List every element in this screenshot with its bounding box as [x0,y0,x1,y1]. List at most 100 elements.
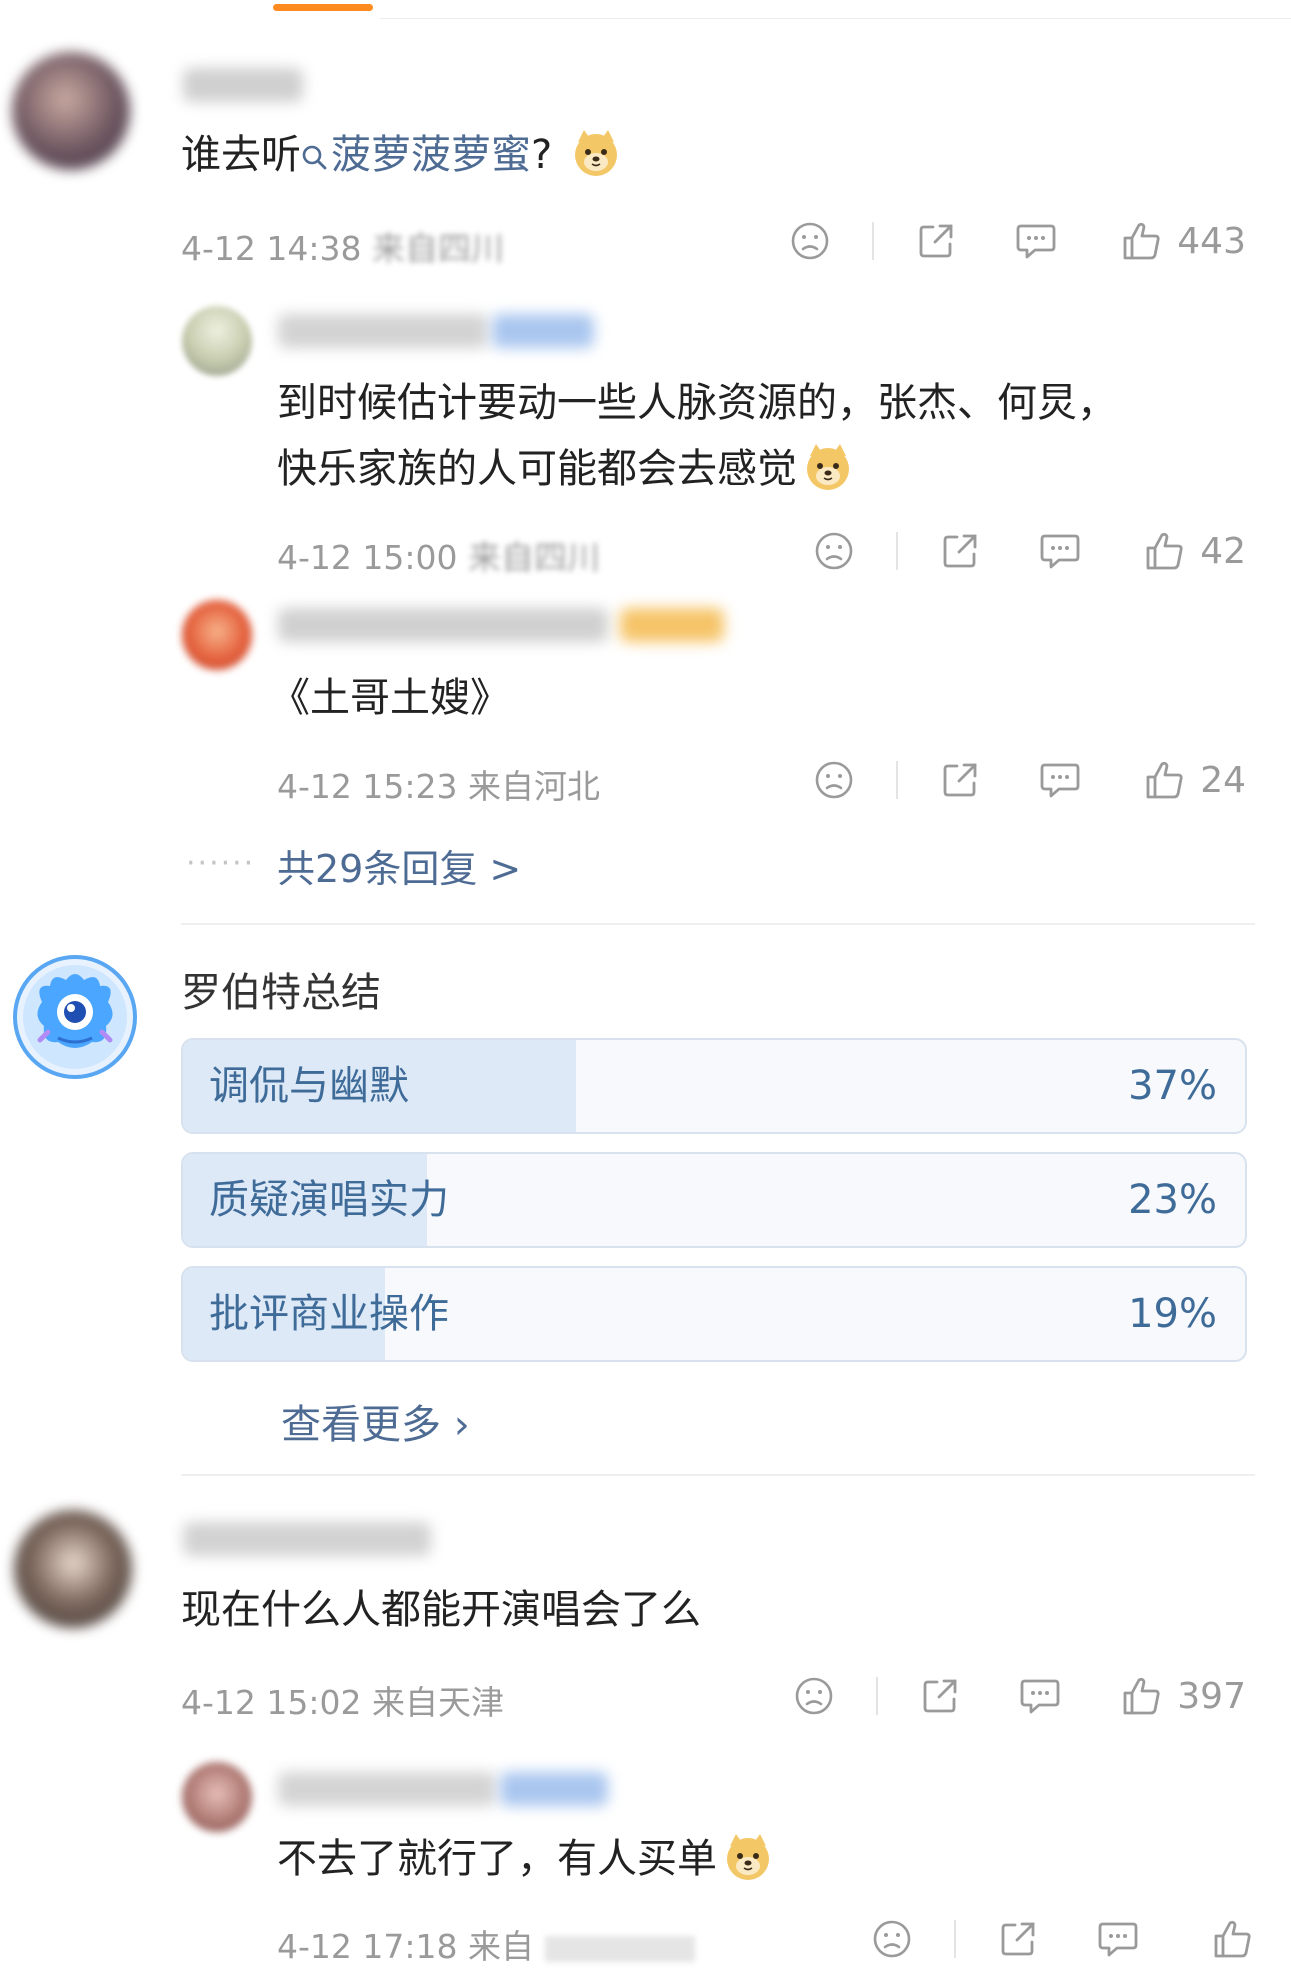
dislike-button[interactable] [770,221,850,261]
action-separator [896,532,898,570]
watermark-blurred [544,1935,695,1962]
section-divider [181,923,1255,925]
share-icon [923,1679,957,1713]
reply-actions: 24 [794,750,1250,810]
reply-text-line-2: 快乐家族的人可能都会去感觉 [277,436,1227,502]
location: 来自河北 [468,767,600,806]
sad-face-icon [791,222,829,260]
reply-button[interactable] [980,1676,1100,1716]
reply-text: 不去了就行了，有人买单 [277,1832,773,1885]
location: 来自 [468,1927,534,1966]
location: 来自天津 [372,1683,504,1722]
avatar[interactable] [14,1510,132,1628]
reply-button[interactable] [1000,531,1120,571]
location: 来自四川 [468,538,600,577]
see-more-link[interactable]: 查看更多 › [281,1392,470,1450]
poll-option[interactable]: 质疑演唱实力 23% [181,1152,1247,1248]
action-separator [872,222,874,260]
reply-text-content: 不去了就行了，有人买单 [277,1836,717,1882]
username-blurred[interactable] [183,1522,431,1556]
like-button[interactable] [1178,1918,1254,1960]
poll-option-label: 质疑演唱实力 [209,1177,449,1223]
poll-option-percent: 37% [1128,1063,1217,1109]
avatar[interactable] [182,306,252,376]
comment-meta: 4-12 15:02 来自天津 [181,1676,504,1724]
username-blurred[interactable] [183,68,303,102]
doge-emoji [574,130,617,176]
action-separator [896,761,898,799]
robot-mascot-icon [13,955,137,1079]
reply-meta: 4-12 17:18 来自 [277,1920,695,1968]
doge-emoji [727,1834,769,1880]
sad-face-icon [815,532,853,570]
dislike-button[interactable] [794,760,874,800]
more-replies-link[interactable]: 共29条回复 > [277,838,521,893]
robot-avatar[interactable] [12,954,138,1080]
share-icon [919,224,953,258]
username-blurred[interactable] [278,608,608,642]
share-icon [943,763,977,797]
comment-text: 谁去听 菠萝菠萝蜜? [181,128,621,181]
like-count: 42 [1200,530,1246,572]
dislike-button[interactable] [852,1919,932,1959]
comment-actions: 443 [770,211,1250,271]
poll-option-percent: 23% [1128,1177,1217,1223]
search-link-text[interactable]: 菠萝菠萝蜜 [331,132,531,178]
dislike-button[interactable] [794,531,874,571]
reply-meta: 4-12 15:23 来自河北 [277,760,600,808]
comment-icon [1016,224,1056,259]
username-blurred[interactable] [278,1772,496,1806]
dislike-button[interactable] [774,1676,854,1716]
like-button[interactable]: 443 [1096,220,1246,262]
timestamp: 4-12 17:18 [277,1927,458,1966]
poll-option-percent: 19% [1128,1291,1217,1337]
reply-button[interactable] [1058,1919,1178,1959]
thumbs-up-icon [1123,222,1160,260]
more-dots: ······ [186,846,256,881]
avatar[interactable] [182,600,252,670]
like-button[interactable]: 24 [1120,759,1246,801]
poll-option[interactable]: 批评商业操作 19% [181,1266,1247,1362]
like-count: 443 [1177,220,1246,262]
search-link[interactable]: 菠萝菠萝蜜 [301,132,531,178]
comment-text: 现在什么人都能开演唱会了么 [181,1587,701,1633]
share-button[interactable] [896,221,976,261]
avatar[interactable] [12,52,130,170]
share-button[interactable] [900,1676,980,1716]
share-button[interactable] [978,1919,1058,1959]
timestamp: 4-12 15:23 [277,767,458,806]
like-button[interactable]: 42 [1120,530,1246,572]
reply-button[interactable] [976,221,1096,261]
reply-text-line-2-text: 快乐家族的人可能都会去感觉 [277,446,797,492]
poll-option[interactable]: 调侃与幽默 37% [181,1038,1247,1134]
thumbs-up-icon [1146,532,1183,570]
share-icon [1001,1922,1035,1956]
section-divider [181,1474,1255,1476]
search-icon [302,145,327,170]
share-button[interactable] [920,760,1000,800]
thumbs-up-icon [1123,1677,1160,1715]
reply-text: 到时候估计要动一些人脉资源的，张杰、何炅， 快乐家族的人可能都会去感觉 [277,370,1227,502]
location: 来自四川 [372,229,504,268]
share-button[interactable] [920,531,1000,571]
top-divider [380,18,1291,19]
like-button[interactable]: 397 [1100,1675,1246,1717]
comment-icon [1040,534,1080,569]
doge-emoji [807,444,849,490]
comment-icon [1040,763,1080,798]
like-count: 397 [1177,1675,1246,1717]
share-icon [943,534,977,568]
sad-face-icon [795,1677,833,1715]
username-blurred[interactable] [278,314,488,348]
reply-button[interactable] [1000,760,1120,800]
user-badge-blurred [620,608,724,642]
comment-text-suffix: ? [531,132,553,178]
action-separator [876,1677,878,1715]
sad-face-icon [873,1920,911,1958]
thumbs-up-icon [1146,761,1183,799]
avatar[interactable] [182,1762,252,1832]
sad-face-icon [815,761,853,799]
like-count: 24 [1200,759,1246,801]
reply-actions: 42 [794,521,1250,581]
reply-text: 《土哥土嫂》 [270,675,510,721]
